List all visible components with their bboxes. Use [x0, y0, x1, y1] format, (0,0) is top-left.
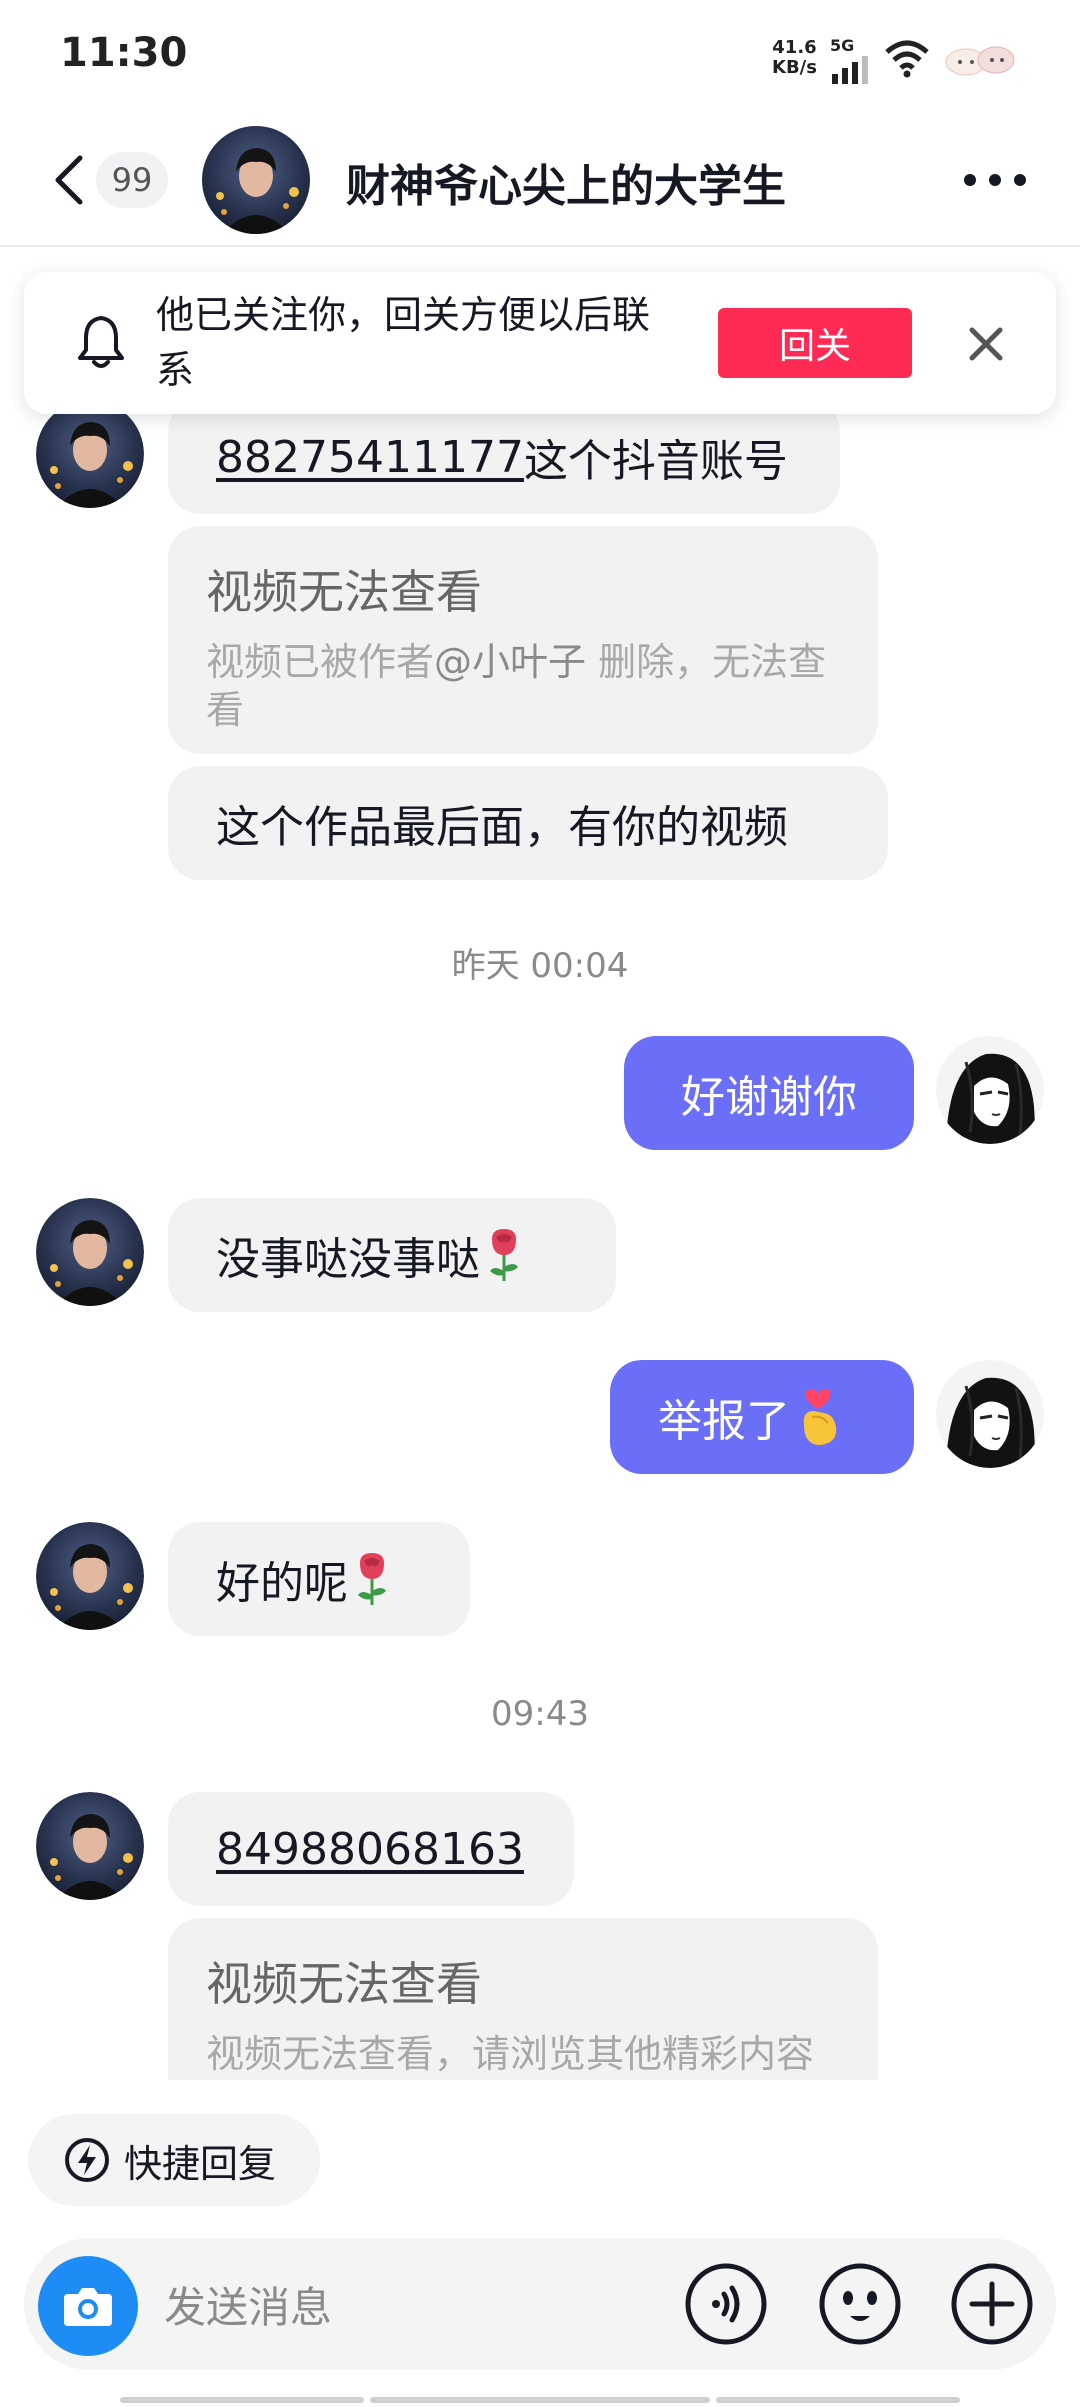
message-bubble[interactable]: 没事哒没事哒 — [168, 1198, 616, 1312]
more-dots-icon — [964, 174, 1026, 186]
message-text: 好的呢 — [216, 1558, 348, 1609]
more-actions-button[interactable] — [950, 2262, 1034, 2346]
emoji-icon — [819, 2263, 901, 2345]
sent-message-bubble[interactable]: 举报了 — [610, 1360, 914, 1474]
camera-button[interactable] — [38, 2256, 138, 2356]
speed-value: 41.6 — [772, 37, 817, 58]
message-bubble[interactable]: 这个作品最后面，有你的视频 — [168, 766, 888, 880]
contact-avatar[interactable] — [36, 1522, 144, 1630]
speed-unit: KB/s — [772, 57, 817, 78]
header-divider — [0, 245, 1080, 247]
lightning-icon — [65, 2138, 109, 2182]
network-type: 5G — [830, 36, 855, 55]
account-number-link[interactable]: 84988068163 — [216, 1824, 524, 1875]
back-button[interactable] — [52, 150, 92, 210]
message-text: 没事哒没事哒 — [216, 1234, 480, 1285]
contact-avatar[interactable] — [202, 126, 310, 234]
message-timestamp: 09:43 — [491, 1694, 589, 1734]
banner-message: 他已关注你，回关方便以后联系 — [156, 293, 651, 392]
contact-avatar[interactable] — [36, 1792, 144, 1900]
message-input-bar: 发送消息 — [24, 2238, 1056, 2370]
emoji-button[interactable] — [818, 2262, 902, 2346]
status-time: 11:30 — [60, 30, 188, 76]
sent-message-bubble[interactable]: 好谢谢你 — [624, 1036, 914, 1150]
rose-emoji — [352, 1551, 392, 1607]
bell-icon — [76, 314, 126, 374]
close-icon — [969, 327, 1003, 361]
account-number-link[interactable]: 88275411177 — [216, 432, 524, 483]
message-timestamp: 昨天 00:04 — [451, 946, 629, 986]
home-indicator — [120, 2388, 960, 2403]
my-avatar[interactable] — [936, 1036, 1044, 1144]
video-card-subtitle: 视频已被作者@小叶子 删除，无法查看 — [206, 640, 827, 732]
voice-icon — [685, 2263, 767, 2345]
follow-back-banner: 他已关注你，回关方便以后联系 回关 — [24, 272, 1056, 414]
network-speed: 41.6 KB/s — [772, 38, 817, 78]
my-avatar[interactable] — [936, 1360, 1044, 1468]
video-card-title: 视频无法查看 — [206, 1957, 482, 2011]
unread-count-badge[interactable]: 99 — [96, 152, 168, 208]
finger-heart-emoji — [794, 1387, 842, 1447]
video-card-title: 视频无法查看 — [206, 565, 482, 619]
quick-reply-label: 快捷回复 — [124, 2141, 277, 2186]
message-bubble[interactable]: 84988068163 — [168, 1792, 574, 1906]
contact-avatar[interactable] — [36, 400, 144, 508]
more-button[interactable] — [960, 160, 1030, 200]
follow-back-button[interactable]: 回关 — [718, 308, 912, 378]
author-mention[interactable]: @小叶子 — [434, 640, 586, 684]
chat-title[interactable]: 财神爷心尖上的大学生 — [346, 150, 786, 214]
wifi-icon — [883, 38, 931, 82]
rose-emoji — [484, 1227, 524, 1283]
status-sticker-icon — [942, 44, 1022, 80]
signal-icon: 5G — [830, 38, 872, 88]
message-text: 这个抖音账号 — [523, 436, 788, 487]
plus-icon — [951, 2263, 1033, 2345]
quick-reply-button[interactable]: 快捷回复 — [28, 2114, 320, 2206]
video-card[interactable]: 视频无法查看 视频已被作者@小叶子 删除，无法查看 — [168, 526, 878, 754]
message-text: 举报了 — [658, 1396, 790, 1447]
message-bubble[interactable]: 88275411177 这个抖音账号 — [168, 400, 840, 514]
voice-button[interactable] — [684, 2262, 768, 2346]
message-input[interactable]: 发送消息 — [164, 2274, 332, 2335]
message-bubble[interactable]: 好的呢 — [168, 1522, 470, 1636]
close-banner-button[interactable] — [964, 322, 1008, 366]
chevron-left-icon — [55, 155, 83, 205]
camera-icon — [64, 2288, 112, 2326]
contact-avatar[interactable] — [36, 1198, 144, 1306]
